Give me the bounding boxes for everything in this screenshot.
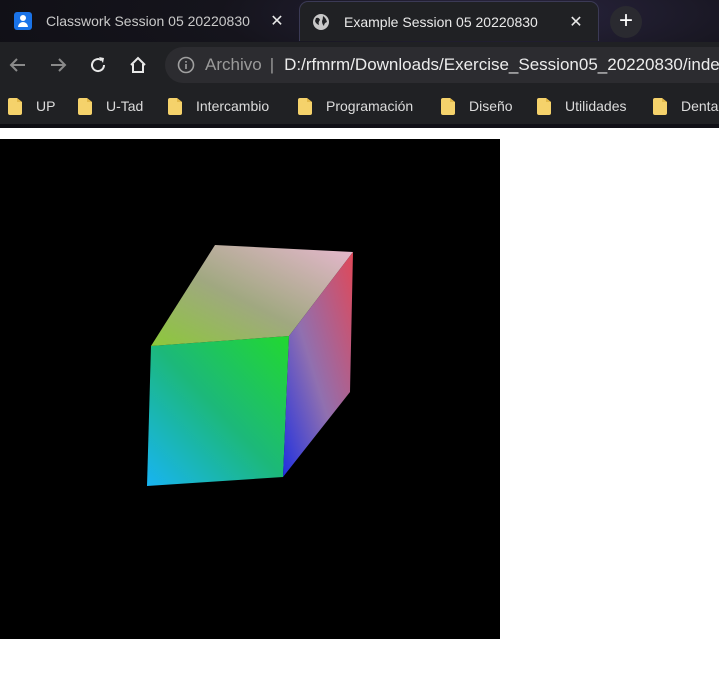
close-icon[interactable]: ✕	[566, 12, 586, 32]
tab-example[interactable]: Example Session 05 20220830 ✕	[299, 1, 599, 41]
bookmark-up[interactable]: UP	[8, 96, 55, 116]
bookmark-intercambio[interactable]: Intercambio	[168, 96, 269, 116]
bookmark-u-tad[interactable]: U-Tad	[78, 96, 143, 116]
toolbar: Archivo | D:/rfmrm/Downloads/Exercise_Se…	[0, 42, 719, 88]
new-tab-button[interactable]: +	[610, 6, 642, 38]
address-bar[interactable]: Archivo | D:/rfmrm/Downloads/Exercise_Se…	[165, 47, 719, 83]
reload-icon	[91, 57, 106, 73]
tab-title: Classwork Session 05 20220830	[46, 13, 250, 29]
folder-icon	[537, 97, 551, 115]
bookmark-label: Utilidades	[565, 98, 627, 114]
folder-icon	[78, 97, 92, 115]
reload-button[interactable]	[86, 53, 110, 77]
bookmark-utilidades[interactable]: Utilidades	[537, 96, 626, 116]
folder-icon	[8, 97, 22, 115]
browser-chrome: Classwork Session 05 20220830 ✕ Example …	[0, 0, 719, 128]
bookmark-programacion[interactable]: Programación	[298, 96, 413, 116]
bookmark-label: UP	[36, 98, 56, 114]
globe-icon	[313, 13, 329, 30]
info-icon[interactable]	[177, 56, 195, 74]
folder-icon	[441, 97, 455, 115]
folder-icon	[653, 97, 667, 115]
bookmark-diseno[interactable]: Diseño	[441, 96, 513, 116]
separator: |	[269, 55, 275, 74]
bookmark-label: Programación	[326, 98, 414, 114]
classroom-icon	[14, 12, 32, 30]
bookmark-label: U-Tad	[106, 98, 144, 114]
bookmark-label: Intercambio	[196, 98, 270, 114]
security-label: Archivo	[205, 55, 262, 74]
tab-title: Example Session 05 20220830	[344, 13, 538, 30]
close-icon[interactable]: ✕	[267, 11, 287, 31]
rotating-cube	[147, 245, 353, 486]
forward-arrow-icon	[51, 58, 67, 72]
url-text[interactable]: D:/rfmrm/Downloads/Exercise_Session05_20…	[284, 55, 719, 75]
bookmark-dental[interactable]: Dental	[653, 96, 719, 116]
folder-icon	[168, 97, 182, 115]
forward-button[interactable]	[46, 53, 70, 77]
cube-face-front	[147, 336, 289, 486]
home-button[interactable]	[126, 53, 150, 77]
back-button[interactable]	[6, 53, 30, 77]
tab-strip: Classwork Session 05 20220830 ✕ Example …	[0, 0, 719, 42]
tab-classwork[interactable]: Classwork Session 05 20220830 ✕	[0, 1, 299, 41]
back-arrow-icon	[9, 58, 25, 72]
folder-icon	[298, 97, 312, 115]
home-icon	[130, 56, 146, 73]
bookmarks-bar: UP U-Tad Intercambio Programación Diseño…	[0, 88, 719, 124]
bookmark-label: Diseño	[469, 98, 513, 114]
webgl-canvas[interactable]	[0, 139, 500, 639]
bookmark-label: Dental	[681, 98, 719, 114]
